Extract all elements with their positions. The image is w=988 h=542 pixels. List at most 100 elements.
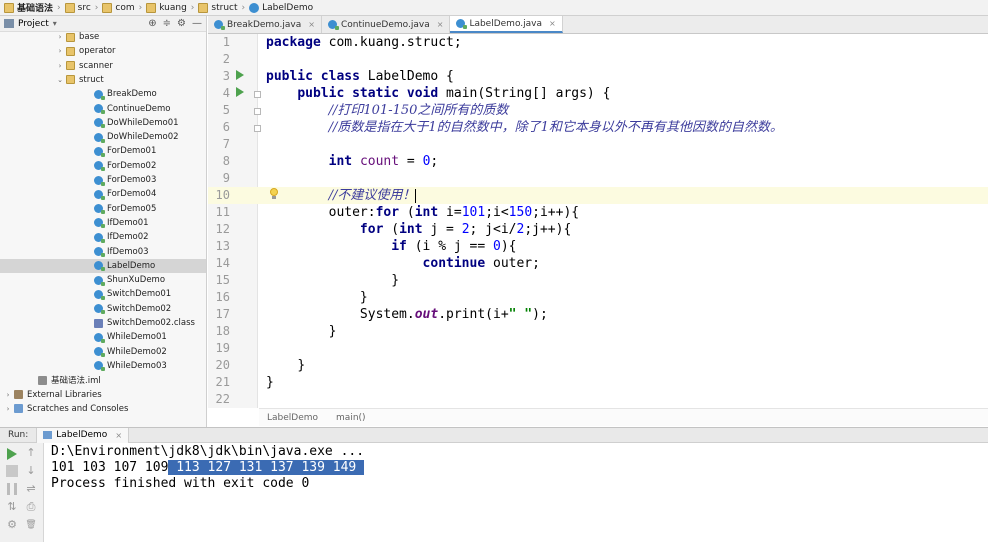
- run-main-icon[interactable]: [236, 87, 244, 97]
- tree-item-label: scanner: [79, 60, 113, 71]
- tree-item-label: operator: [79, 46, 116, 57]
- fold-marker-icon[interactable]: [254, 125, 261, 132]
- tree-item[interactable]: 基础语法.iml: [0, 373, 206, 387]
- collapse-icon[interactable]: ≑: [163, 18, 171, 29]
- chevron-icon[interactable]: ›: [56, 33, 64, 41]
- tree-item[interactable]: › operator: [0, 44, 206, 58]
- close-icon[interactable]: ×: [437, 20, 444, 29]
- tree-item[interactable]: DoWhileDemo02: [0, 130, 206, 144]
- tab-labeldemo[interactable]: LabelDemo.java ×: [450, 16, 563, 33]
- editor-breadcrumb: LabelDemo main(): [259, 408, 988, 426]
- editor-breadcrumb-method[interactable]: main(): [336, 413, 366, 423]
- tree-item[interactable]: ⌄ struct: [0, 73, 206, 87]
- tab-breakdemo[interactable]: BreakDemo.java ×: [208, 16, 322, 33]
- hide-icon[interactable]: —: [192, 18, 202, 29]
- tree-item-label: BreakDemo: [107, 89, 157, 100]
- tree-item-label: External Libraries: [27, 389, 102, 400]
- tree-item[interactable]: IfDemo03: [0, 245, 206, 259]
- locate-icon[interactable]: ⊕: [148, 18, 156, 29]
- tree-item[interactable]: DoWhileDemo01: [0, 116, 206, 130]
- tree-item[interactable]: ForDemo01: [0, 144, 206, 158]
- soft-wrap-icon[interactable]: ⇌: [25, 483, 37, 495]
- close-icon[interactable]: ×: [549, 19, 556, 28]
- run-tab-labeldemo[interactable]: LabelDemo ×: [36, 427, 130, 443]
- tree-item-label: SwitchDemo01: [107, 289, 172, 300]
- tree-item[interactable]: LabelDemo: [0, 258, 206, 273]
- tree-item[interactable]: SwitchDemo02: [0, 302, 206, 316]
- chevron-icon[interactable]: ›: [56, 47, 64, 55]
- tree-item[interactable]: SwitchDemo02.class: [0, 316, 206, 330]
- gear-icon[interactable]: ⚙: [177, 18, 186, 29]
- line-number: 20: [215, 358, 230, 372]
- tree-item[interactable]: WhileDemo02: [0, 345, 206, 359]
- code-line: }: [391, 273, 400, 288]
- tree-item[interactable]: WhileDemo01: [0, 330, 206, 344]
- tree-item-label: WhileDemo03: [107, 360, 167, 371]
- line-number: 11: [215, 205, 230, 219]
- delete-icon[interactable]: 🗑: [25, 519, 37, 531]
- project-title[interactable]: Project: [18, 19, 49, 29]
- navigation-bar: 基础语法 › src › com › kuang › struct › Labe…: [0, 0, 988, 16]
- chevron-down-icon[interactable]: ▾: [53, 19, 57, 28]
- fold-marker-icon[interactable]: [254, 108, 261, 115]
- chevron-icon[interactable]: ›: [4, 405, 12, 413]
- breadcrumb-src[interactable]: src: [62, 0, 94, 16]
- breadcrumb-kuang[interactable]: kuang: [143, 0, 190, 16]
- folder-icon: [4, 2, 14, 13]
- breadcrumb-com[interactable]: com: [99, 0, 137, 16]
- line-number: 5: [222, 103, 230, 117]
- tree-item[interactable]: › External Libraries: [0, 388, 206, 402]
- code-line: outer:for (int i=101;i<150;i++){: [328, 205, 580, 220]
- settings-icon[interactable]: ⚙: [6, 519, 18, 531]
- tree-item[interactable]: WhileDemo03: [0, 359, 206, 373]
- tab-continuedemo[interactable]: ContinueDemo.java ×: [322, 16, 451, 33]
- tree-item-label: SwitchDemo02.class: [107, 318, 195, 328]
- arrow-down-icon[interactable]: ↓: [25, 465, 37, 477]
- close-icon[interactable]: ×: [308, 20, 315, 29]
- fold-marker-icon[interactable]: [254, 91, 261, 98]
- class-icon: [94, 289, 105, 300]
- run-class-icon[interactable]: [236, 70, 244, 80]
- tree-item[interactable]: › base: [0, 30, 206, 44]
- tree-item[interactable]: › scanner: [0, 59, 206, 73]
- print-icon[interactable]: ⎙: [25, 501, 37, 513]
- tree-item[interactable]: ForDemo04: [0, 187, 206, 201]
- package-icon: [102, 2, 113, 13]
- chevron-icon[interactable]: ›: [4, 391, 12, 399]
- rerun-icon[interactable]: [7, 448, 17, 460]
- tree-item[interactable]: ForDemo03: [0, 173, 206, 187]
- tree-item[interactable]: › Scratches and Consoles: [0, 402, 206, 416]
- tree-item[interactable]: BreakDemo: [0, 87, 206, 101]
- tree-item[interactable]: ForDemo05: [0, 202, 206, 216]
- package-icon: [146, 2, 157, 13]
- arrow-up-icon[interactable]: ↑: [25, 447, 37, 459]
- tree-item[interactable]: ForDemo02: [0, 159, 206, 173]
- breadcrumb-labeldemo[interactable]: LabelDemo: [246, 0, 316, 16]
- line-number: 2: [222, 52, 230, 66]
- tree-item-label: ForDemo04: [107, 189, 157, 200]
- breadcrumb-struct[interactable]: struct: [195, 0, 240, 16]
- editor-breadcrumb-class[interactable]: LabelDemo: [267, 413, 318, 423]
- stop-icon[interactable]: [6, 465, 18, 477]
- breadcrumb-project[interactable]: 基础语法: [0, 0, 56, 16]
- code-line: }: [297, 358, 306, 373]
- pause-icon[interactable]: [7, 483, 17, 495]
- chevron-icon[interactable]: ⌄: [56, 76, 64, 84]
- tree-item[interactable]: ShunXuDemo: [0, 273, 206, 287]
- tree-item[interactable]: ContinueDemo: [0, 102, 206, 116]
- class-icon: [94, 118, 105, 129]
- tree-item-label: IfDemo03: [107, 246, 149, 257]
- tree-item[interactable]: IfDemo02: [0, 230, 206, 244]
- dump-threads-icon[interactable]: ⇅: [6, 501, 18, 513]
- class-icon: [94, 218, 105, 229]
- class-icon: [94, 261, 105, 272]
- project-icon: [4, 19, 14, 28]
- class-icon: [94, 275, 105, 286]
- code-line: }: [266, 375, 274, 390]
- tree-item-label: WhileDemo02: [107, 346, 167, 357]
- tree-item[interactable]: IfDemo01: [0, 216, 206, 230]
- editor-tabs: BreakDemo.java × ContinueDemo.java × Lab…: [208, 16, 988, 34]
- tree-item[interactable]: SwitchDemo01: [0, 287, 206, 301]
- chevron-icon[interactable]: ›: [56, 62, 64, 70]
- close-icon[interactable]: ×: [115, 431, 122, 440]
